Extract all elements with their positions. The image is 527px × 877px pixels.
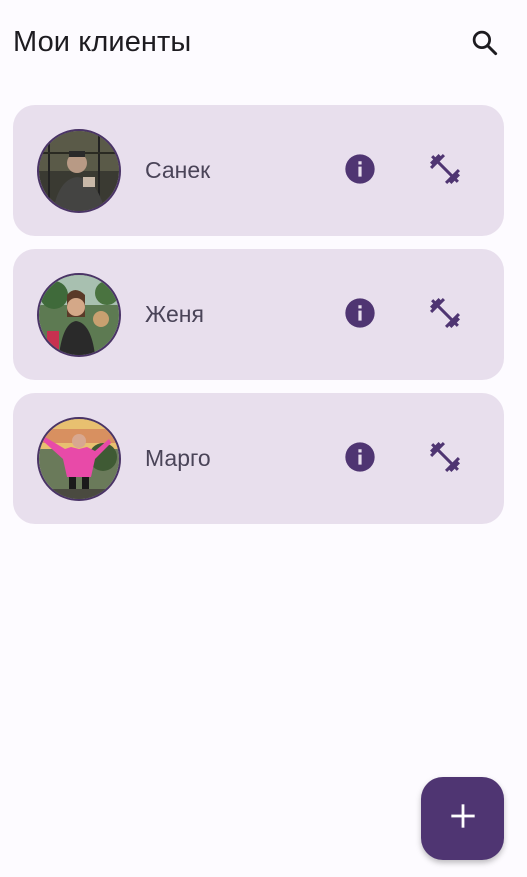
workout-button[interactable] [426, 152, 464, 190]
plus-icon [449, 802, 477, 835]
client-card[interactable]: Женя [13, 249, 504, 380]
app-bar: Мои клиенты [0, 0, 527, 90]
page-title: Мои клиенты [13, 26, 192, 58]
client-list: Санек Женя Марго [13, 105, 504, 537]
workout-button[interactable] [426, 296, 464, 334]
dumbbell-icon [427, 295, 463, 336]
client-avatar [37, 273, 121, 357]
dumbbell-icon [427, 439, 463, 480]
info-button[interactable] [343, 153, 377, 190]
client-card[interactable]: Марго [13, 393, 504, 524]
info-icon [344, 297, 376, 334]
client-name: Санек [145, 157, 211, 183]
search-button[interactable] [462, 22, 508, 68]
client-avatar [37, 129, 121, 213]
client-avatar [37, 417, 121, 501]
clients-screen: Мои клиенты Санек Женя Марго [0, 0, 527, 877]
client-name: Женя [145, 301, 204, 327]
info-button[interactable] [343, 441, 377, 478]
add-client-button[interactable] [421, 777, 504, 860]
search-icon [470, 28, 500, 63]
dumbbell-icon [427, 151, 463, 192]
client-name: Марго [145, 445, 211, 471]
workout-button[interactable] [426, 440, 464, 478]
info-icon [344, 441, 376, 478]
info-button[interactable] [343, 297, 377, 334]
info-icon [344, 153, 376, 190]
client-card[interactable]: Санек [13, 105, 504, 236]
